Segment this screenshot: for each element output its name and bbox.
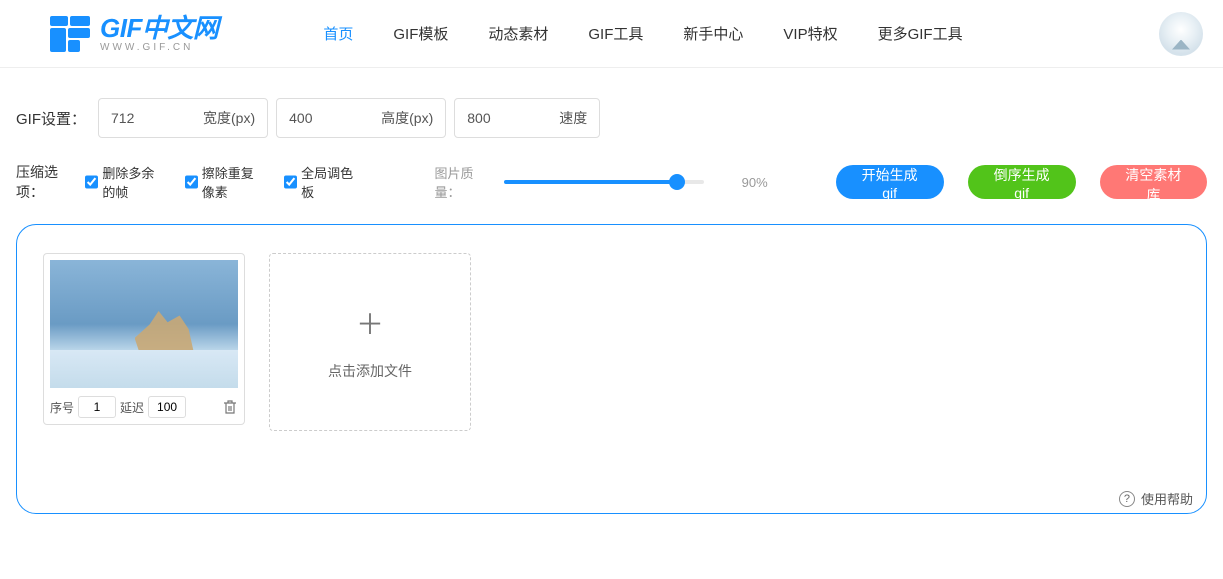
quality-slider[interactable] <box>504 180 704 184</box>
frame-seq-input[interactable] <box>78 396 116 418</box>
height-suffix: 高度(px) <box>381 108 433 128</box>
opt-remove-frames-label: 删除多余的帧 <box>102 163 166 201</box>
reverse-generate-button[interactable]: 倒序生成gif <box>968 165 1076 199</box>
help-link[interactable]: ? 使用帮助 <box>1119 489 1193 508</box>
opt-global-palette: 全局调色板 <box>284 163 354 201</box>
frame-seq-label: 序号 <box>50 399 74 416</box>
quality-slider-wrap <box>504 180 704 184</box>
nav-home[interactable]: 首页 <box>323 23 353 44</box>
compress-label: 压缩选项： <box>16 162 75 202</box>
trash-icon[interactable] <box>222 399 238 415</box>
height-input[interactable] <box>289 110 369 126</box>
nav-tools[interactable]: GIF工具 <box>588 23 643 44</box>
speed-input[interactable] <box>467 110 547 126</box>
plus-icon: ＋ <box>356 303 384 343</box>
opt-erase-pixels-label: 擦除重复像素 <box>202 163 266 201</box>
avatar[interactable] <box>1159 12 1203 56</box>
gif-settings-row: GIF设置： 宽度(px) 高度(px) 速度 <box>0 68 1223 150</box>
gif-settings-label: GIF设置： <box>16 108 86 129</box>
opt-global-palette-checkbox[interactable] <box>284 175 297 189</box>
help-icon: ? <box>1119 491 1135 507</box>
start-generate-button[interactable]: 开始生成gif <box>836 165 944 199</box>
nav-beginner[interactable]: 新手中心 <box>683 23 743 44</box>
width-input[interactable] <box>111 110 191 126</box>
logo-mark-icon <box>48 12 92 56</box>
width-suffix: 宽度(px) <box>203 108 255 128</box>
nav-assets[interactable]: 动态素材 <box>488 23 548 44</box>
logo[interactable]: GIF中文网 WWW.GIF.CN <box>48 12 218 56</box>
speed-input-group: 速度 <box>454 98 600 138</box>
height-input-group: 高度(px) <box>276 98 446 138</box>
quality-value: 90% <box>742 175 768 190</box>
help-label: 使用帮助 <box>1141 489 1193 508</box>
clear-library-button[interactable]: 清空素材库 <box>1100 165 1207 199</box>
opt-remove-frames-checkbox[interactable] <box>85 175 98 189</box>
opt-remove-frames: 删除多余的帧 <box>85 163 166 201</box>
nav-more-tools[interactable]: 更多GIF工具 <box>878 23 963 44</box>
opt-global-palette-label: 全局调色板 <box>301 163 354 201</box>
frame-controls: 序号 延迟 <box>50 396 238 418</box>
speed-suffix: 速度 <box>559 108 587 128</box>
compress-options-row: 压缩选项： 删除多余的帧 擦除重复像素 全局调色板 图片质量： 90% 开始生成… <box>0 150 1223 220</box>
add-file-card[interactable]: ＋ 点击添加文件 <box>269 253 471 431</box>
main-nav: 首页 GIF模板 动态素材 GIF工具 新手中心 VIP特权 更多GIF工具 <box>323 23 962 44</box>
opt-erase-pixels: 擦除重复像素 <box>185 163 266 201</box>
frame-thumbnail[interactable] <box>50 260 238 388</box>
add-file-label: 点击添加文件 <box>328 361 412 381</box>
frame-delay-input[interactable] <box>148 396 186 418</box>
nav-vip[interactable]: VIP特权 <box>783 23 837 44</box>
logo-text: GIF中文网 <box>100 15 218 41</box>
width-input-group: 宽度(px) <box>98 98 268 138</box>
frame-card: 序号 延迟 <box>43 253 245 425</box>
frame-delay-label: 延迟 <box>120 399 144 416</box>
canvas-area: 序号 延迟 ＋ 点击添加文件 <box>16 224 1207 514</box>
nav-templates[interactable]: GIF模板 <box>393 23 448 44</box>
header: GIF中文网 WWW.GIF.CN 首页 GIF模板 动态素材 GIF工具 新手… <box>0 0 1223 68</box>
logo-subtext: WWW.GIF.CN <box>100 43 218 53</box>
opt-erase-pixels-checkbox[interactable] <box>185 175 198 189</box>
quality-label: 图片质量： <box>435 163 490 201</box>
